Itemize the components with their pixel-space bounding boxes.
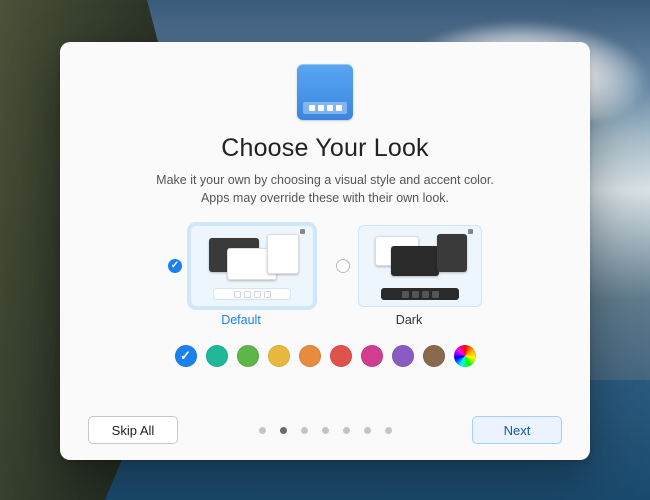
theme-label-dark: Dark [396,313,422,327]
accent-swatch-green[interactable] [237,345,259,367]
page-title: Choose Your Look [221,134,429,163]
accent-swatch-brown[interactable] [423,345,445,367]
pager-dot [259,427,266,434]
theme-thumbnail-dark [358,225,482,307]
accent-swatch-blue[interactable] [175,345,197,367]
page-indicator [259,427,392,434]
accent-swatch-red[interactable] [330,345,352,367]
theme-option-default[interactable]: Default [168,225,314,327]
accent-swatch-rainbow[interactable] [454,345,476,367]
skip-all-button[interactable]: Skip All [88,416,178,444]
next-button[interactable]: Next [472,416,562,444]
theme-option-dark[interactable]: Dark [336,225,482,327]
accent-swatch-yellow[interactable] [268,345,290,367]
pager-dot [364,427,371,434]
desktop-wallpaper: Choose Your Look Make it your own by cho… [0,0,650,500]
accent-swatch-purple[interactable] [392,345,414,367]
accent-color-row [175,345,476,367]
pager-dot [301,427,308,434]
theme-label-default: Default [221,313,261,327]
pager-dot [385,427,392,434]
theme-radio-default[interactable] [168,259,182,273]
theme-options: Default Dark [168,225,482,327]
page-subtitle: Make it your own by choosing a visual st… [156,171,494,207]
pager-dot [343,427,350,434]
footer: Skip All Next [88,402,562,444]
accent-swatch-orange[interactable] [299,345,321,367]
appearance-icon [297,64,353,120]
theme-thumbnail-default [190,225,314,307]
pager-dot [322,427,329,434]
pager-dot [280,427,287,434]
accent-swatch-magenta[interactable] [361,345,383,367]
setup-assistant-panel: Choose Your Look Make it your own by cho… [60,42,590,460]
theme-radio-dark[interactable] [336,259,350,273]
accent-swatch-teal[interactable] [206,345,228,367]
